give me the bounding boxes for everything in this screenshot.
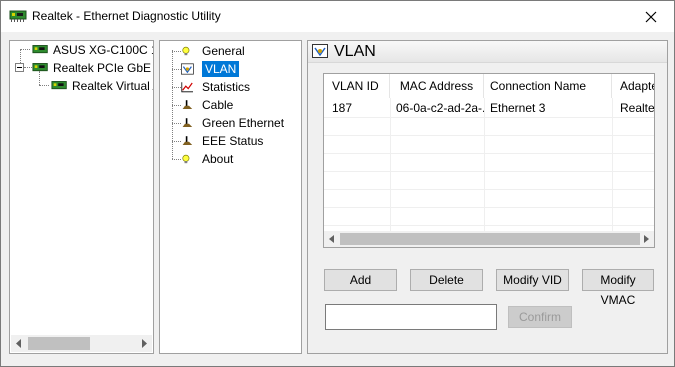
column-connection-name[interactable]: Connection Name: [484, 74, 612, 98]
scroll-left-icon[interactable]: [328, 235, 335, 243]
table-header: VLAN ID MAC Address Connection Name Adap…: [324, 74, 654, 98]
window-title: Realtek - Ethernet Diagnostic Utility: [32, 9, 221, 23]
vlan-icon: [181, 63, 194, 75]
column-vlan-id[interactable]: VLAN ID: [324, 74, 390, 98]
cable-icon: [182, 100, 193, 109]
bulb-icon: [182, 46, 190, 56]
scroll-right-icon[interactable]: [140, 339, 148, 348]
column-mac-address[interactable]: MAC Address: [390, 74, 484, 98]
horizontal-scrollbar[interactable]: [11, 335, 152, 352]
cell-adapter: Realtek: [620, 101, 655, 115]
eee-status-icon: [182, 136, 193, 145]
statistics-chart-icon: [181, 82, 193, 93]
title-bar: Realtek - Ethernet Diagnostic Utility: [1, 1, 674, 32]
bulb-icon: [182, 154, 190, 164]
cell-vlan-id: 187: [332, 101, 353, 115]
pane-title: VLAN: [334, 43, 376, 60]
network-card-icon: [32, 45, 48, 54]
scroll-right-icon[interactable]: [643, 235, 650, 243]
green-ethernet-icon: [182, 118, 193, 127]
scroll-left-icon[interactable]: [15, 339, 23, 348]
scrollbar-thumb[interactable]: [340, 233, 640, 245]
add-button[interactable]: Add: [324, 269, 397, 291]
vlan-value-input[interactable]: [325, 304, 497, 330]
modify-vmac-button[interactable]: Modify VMAC: [582, 269, 654, 307]
network-card-icon: [32, 63, 48, 72]
function-tree[interactable]: General VLAN Statistics Cable Green Ethe…: [159, 40, 302, 354]
pane-header: VLAN: [308, 41, 667, 63]
vlan-table[interactable]: VLAN ID MAC Address Connection Name Adap…: [323, 73, 655, 248]
table-horizontal-scrollbar[interactable]: [324, 231, 654, 247]
collapse-icon[interactable]: [15, 63, 25, 73]
column-adapter[interactable]: Adapte: [612, 74, 654, 98]
delete-button[interactable]: Delete: [410, 269, 483, 291]
close-button[interactable]: [628, 1, 674, 32]
modify-vid-button[interactable]: Modify VID: [496, 269, 569, 291]
table-row[interactable]: 187 06-0a-c2-ad-2a-... Ethernet 3 Realte…: [324, 99, 655, 117]
vlan-icon: [312, 44, 328, 58]
confirm-button[interactable]: Confirm: [508, 306, 572, 328]
app-window: Realtek - Ethernet Diagnostic Utility AS…: [0, 0, 675, 367]
cell-mac-address: 06-0a-c2-ad-2a-...: [396, 101, 484, 115]
close-icon: [645, 11, 657, 22]
network-card-icon: [9, 10, 27, 22]
network-card-icon: [51, 81, 67, 90]
vlan-pane: VLAN VLAN ID MAC Address Connection Name…: [307, 40, 668, 354]
cell-connection-name: Ethernet 3: [490, 101, 546, 115]
adapter-tree[interactable]: ASUS XG-C100C 10 Realtek PCIe GbE F Real…: [9, 40, 154, 354]
scrollbar-thumb[interactable]: [28, 337, 90, 350]
